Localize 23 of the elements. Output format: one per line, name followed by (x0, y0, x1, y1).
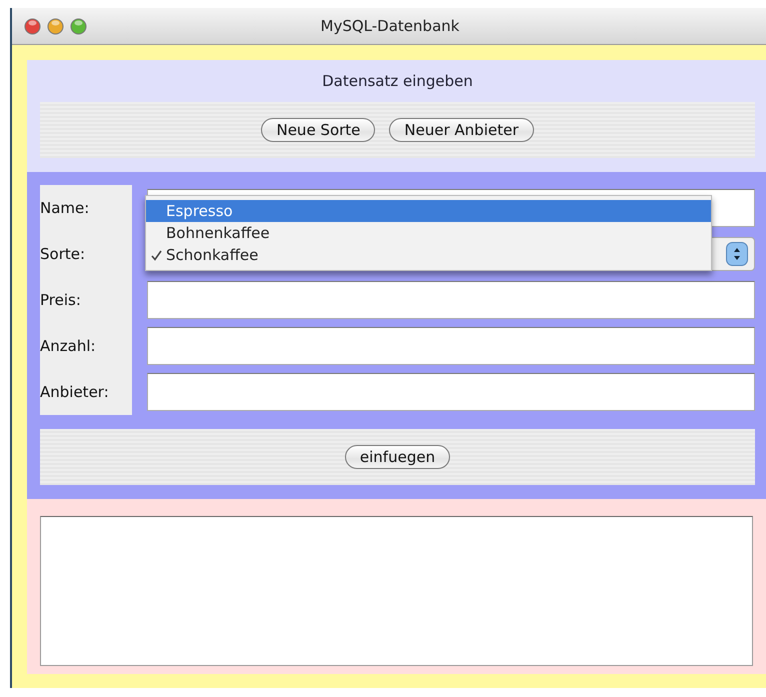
close-button[interactable] (24, 18, 41, 35)
dropdown-option[interactable]: Schonkaffee (146, 244, 711, 266)
insert-button[interactable]: einfuegen (344, 445, 450, 469)
option-label: Schonkaffee (166, 246, 258, 264)
stepper-icon (726, 242, 748, 266)
dropdown-option[interactable]: Bohnenkaffee (146, 222, 711, 244)
minimize-button[interactable] (47, 18, 64, 35)
input-field[interactable] (147, 373, 755, 411)
zoom-button[interactable] (70, 18, 87, 35)
action-button[interactable]: Neuer Anbieter (389, 118, 534, 142)
field-label: Anzahl: (40, 337, 97, 355)
dropdown-option[interactable]: Espresso (146, 200, 711, 222)
field-label: Anbieter: (40, 383, 110, 401)
field-label: Name: (40, 199, 90, 217)
window-title: MySQL-Datenbank (320, 17, 460, 35)
option-label: Espresso (166, 202, 233, 220)
section-heading: Datensatz eingeben (322, 72, 473, 90)
field-label: Preis: (40, 291, 82, 309)
input-field[interactable] (147, 281, 755, 319)
option-label: Bohnenkaffee (166, 224, 270, 242)
input-field[interactable] (147, 327, 755, 365)
action-button[interactable]: Neue Sorte (261, 118, 376, 142)
field-label: Sorte: (40, 245, 86, 263)
